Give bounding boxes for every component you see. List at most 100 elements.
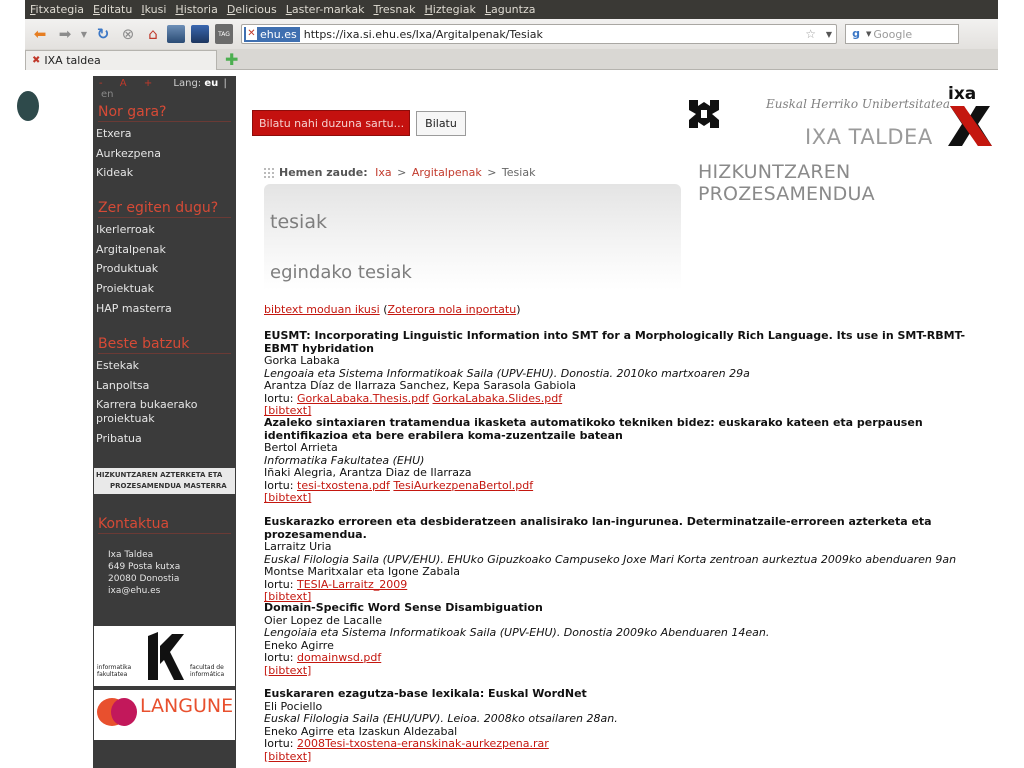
langune-logo[interactable]: LANGUNE <box>94 690 235 740</box>
thesis-file-link[interactable]: tesi-txostena.pdf <box>297 479 390 492</box>
tab-strip: ✖ IXA taldea ✚ <box>25 49 998 70</box>
url-bar[interactable]: ehu.es https://ixa.si.ehu.es/Ixa/Argital… <box>241 24 837 44</box>
contact-email[interactable]: ixa@ehu.es <box>108 585 180 597</box>
breadcrumb-argitalpenak[interactable]: Argitalpenak <box>412 166 482 179</box>
menu-ikusi[interactable]: Ikusi <box>141 3 166 16</box>
site-identity-badge[interactable]: ehu.es <box>244 26 300 42</box>
home-icon[interactable]: ⌂ <box>142 23 164 45</box>
forward-arrow-icon[interactable]: ➡ <box>54 23 76 45</box>
sidebar-item-lanpoltsa[interactable]: Lanpoltsa <box>96 379 149 393</box>
thesis-files: Iortu: domainwsd.pdf <box>264 651 994 665</box>
url-dropdown-icon[interactable]: ▼ <box>826 30 832 39</box>
thesis-bibtex-link[interactable]: [bibtext] <box>264 491 994 505</box>
ixa-logo[interactable]: ixa <box>944 84 994 148</box>
masterra-banner[interactable]: HIZKUNTZAREN AZTERKETA ETA PROZESAMENDUA… <box>94 468 235 494</box>
delicious-bookmarks-icon[interactable] <box>191 25 209 43</box>
lang-en-link[interactable]: en <box>101 89 114 100</box>
lang-eu-link[interactable]: eu <box>204 78 218 89</box>
sidebar-item-argitalpenak[interactable]: Argitalpenak <box>96 243 166 257</box>
thesis-file-link[interactable]: 2008Tesi-txostena-eranskinak-aurkezpena.… <box>297 737 549 750</box>
thesis-files: Iortu: tesi-txostena.pdf TesiAurkezpenaB… <box>264 478 994 493</box>
section-title-kontaktua: Kontaktua <box>98 516 231 534</box>
search-engine-dropdown-icon[interactable]: ▼ <box>866 30 871 38</box>
thesis-title: Azaleko sintaxiaren tratamendua ikasketa… <box>264 416 923 442</box>
thesis-entry: EUSMT: Incorporating Linguistic Informat… <box>264 329 994 418</box>
sidebar-item-estekak[interactable]: Estekak <box>96 359 139 373</box>
sidebar: - A + Lang: eu | en Nor gara? Etxera Aur… <box>93 76 236 768</box>
contact-info: Ixa Taldea 649 Posta kutxa 20080 Donosti… <box>108 549 180 597</box>
files-label: Iortu: <box>264 478 294 492</box>
breadcrumb-separator: > <box>397 166 407 179</box>
sidebar-item-ikerlerroak[interactable]: Ikerlerroak <box>96 223 155 237</box>
stop-icon[interactable]: ⊗ <box>117 23 139 45</box>
reload-icon[interactable]: ↻ <box>92 23 114 45</box>
files-label: Iortu: <box>264 651 294 664</box>
tab-ixa-taldea[interactable]: ✖ IXA taldea <box>25 50 217 70</box>
informatika-logo-left-line2: fakultatea <box>97 671 128 678</box>
informatika-logo-left-line1: informatika <box>97 664 132 671</box>
thesis-bibtex-link[interactable]: [bibtext] <box>264 664 994 678</box>
section-title-beste-batzuk: Beste batzuk <box>98 336 231 354</box>
thesis-file-link[interactable]: TESIA-Larraitz_2009 <box>297 578 407 591</box>
ixa-logo-text: ixa <box>948 84 977 104</box>
thesis-file-link[interactable]: GorkaLabaka.Slides.pdf <box>433 392 563 405</box>
menu-laguntza[interactable]: Laguntza <box>485 3 536 16</box>
thesis-files: Iortu: 2008Tesi-txostena-eranskinak-aurk… <box>264 737 994 751</box>
bibtex-view-link[interactable]: bibtext moduan ikusi <box>264 303 380 316</box>
back-arrow-icon[interactable]: ⬅ <box>29 23 51 45</box>
breadcrumb-separator: > <box>487 166 497 179</box>
thesis-bibtex-link[interactable]: [bibtext] <box>264 750 994 764</box>
sidebar-item-proiektuak[interactable]: Proiektuak <box>96 282 154 296</box>
font-normal-button[interactable]: A <box>120 78 127 89</box>
thesis-file-link[interactable]: GorkaLabaka.Thesis.pdf <box>297 392 429 405</box>
language-switcher: - A + Lang: eu | en <box>99 78 236 100</box>
menu-laster-markak[interactable]: Laster-markak <box>286 3 365 16</box>
zotero-import-link[interactable]: Zoterora nola inportatu <box>387 303 516 316</box>
section-title-nor-gara: Nor gara? <box>98 104 231 122</box>
ixa-favicon-icon: ✖ <box>32 55 41 66</box>
google-icon[interactable]: g <box>848 27 864 41</box>
sidebar-item-etxera[interactable]: Etxera <box>96 127 131 141</box>
informatika-logo-right-line1: facultad de <box>190 664 224 671</box>
thesis-file-link[interactable]: domainwsd.pdf <box>297 651 381 664</box>
site-search-button[interactable]: Bilatu <box>416 111 466 136</box>
new-tab-plus-icon[interactable]: ✚ <box>225 50 238 69</box>
thesis-author: Bertol Arrieta <box>264 441 338 454</box>
menu-editatu[interactable]: Editatu <box>93 3 132 16</box>
sidebar-item-hap-masterra[interactable]: HAP masterra <box>96 302 172 316</box>
bookmark-toolbar-icon[interactable] <box>167 25 185 43</box>
font-larger-button[interactable]: + <box>144 78 152 89</box>
sidebar-item-aurkezpena[interactable]: Aurkezpena <box>96 147 161 161</box>
contact-city: 20080 Donostia <box>108 574 180 584</box>
sidebar-item-produktuak[interactable]: Produktuak <box>96 262 158 276</box>
thesis-author: Larraitz Uria <box>264 540 332 553</box>
web-search-box[interactable]: g ▼ Google <box>845 24 959 44</box>
lang-label: Lang: <box>173 78 202 89</box>
breadcrumb-ixa[interactable]: Ixa <box>375 166 392 179</box>
tag-icon[interactable]: TAG <box>215 24 233 44</box>
intro-links: bibtext moduan ikusi (Zoterora nola inpo… <box>264 303 994 317</box>
breadcrumb-label: Hemen zaude: <box>279 166 368 179</box>
menu-hiztegiak[interactable]: Hiztegiak <box>424 3 475 16</box>
menu-historia[interactable]: Historia <box>175 3 217 16</box>
history-dropdown-icon[interactable]: ▼ <box>79 23 89 45</box>
menu-tresnak[interactable]: Tresnak <box>374 3 416 16</box>
site-search-input[interactable]: Bilatu nahi duzuna sartu... <box>252 110 410 136</box>
menu-delicious[interactable]: Delicious <box>227 3 277 16</box>
breadcrumb: Hemen zaude: Ixa > Argitalpenak > Tesiak <box>266 166 535 179</box>
tab-title: IXA taldea <box>44 54 101 67</box>
sidebar-item-karrera-bukaerako-proiektuak[interactable]: Karrera bukaerako proiektuak <box>96 398 206 426</box>
sidebar-item-kideak[interactable]: Kideak <box>96 166 133 180</box>
thesis-entry: Euskarazko erroreen eta desbideratzeen a… <box>264 515 994 604</box>
thesis-files: Iortu: GorkaLabaka.Thesis.pdf GorkaLabak… <box>264 392 994 406</box>
star-icon[interactable]: ☆ <box>805 27 816 41</box>
url-text[interactable]: https://ixa.si.ehu.es/Ixa/Argitalpenak/T… <box>304 28 543 41</box>
font-smaller-button[interactable]: - <box>99 78 103 89</box>
thesis-entry: Azaleko sintaxiaren tratamendua ikasketa… <box>264 416 994 505</box>
informatika-fakultatea-logo[interactable]: informatika fakultatea facultad de infor… <box>94 626 235 686</box>
thesis-title: Euskararen ezagutza-base lexikala: Euska… <box>264 687 587 700</box>
thesis-file-link[interactable]: TesiAurkezpenaBertol.pdf <box>393 479 533 492</box>
informatika-logo-right-line2: informática <box>190 671 225 678</box>
menu-fitxategia[interactable]: Fitxategia <box>30 3 84 16</box>
sidebar-item-pribatua[interactable]: Pribatua <box>96 432 142 446</box>
